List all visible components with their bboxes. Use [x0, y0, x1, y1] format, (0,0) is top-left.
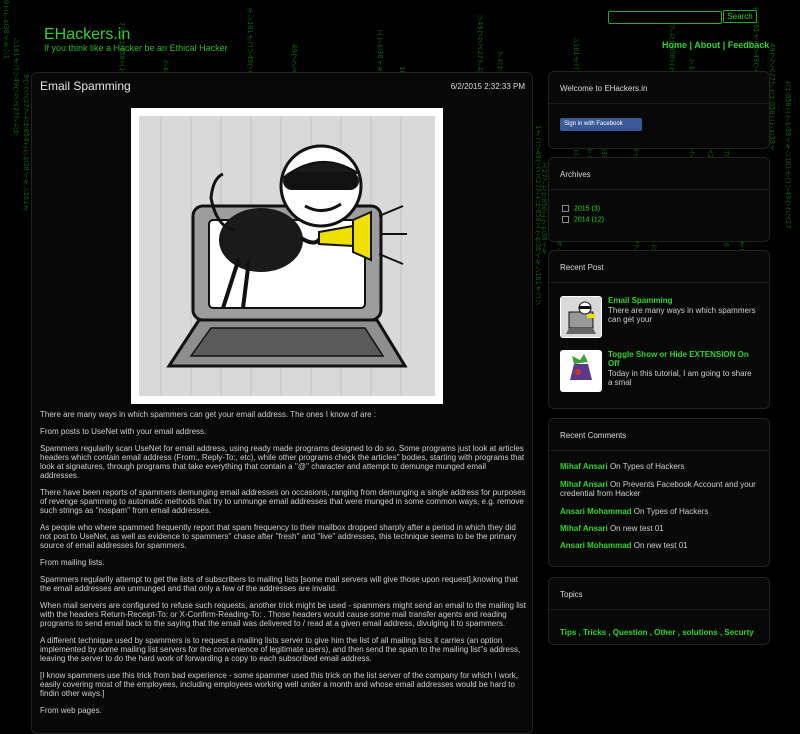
- post-thumbnail[interactable]: [560, 350, 602, 392]
- archives-widget: Archives 2015 (3) 2014 (12): [548, 157, 770, 242]
- top-nav: Home | About | Feedback: [662, 40, 770, 50]
- post-thumbnail[interactable]: [560, 296, 602, 338]
- post-paragraph: Spammers regularily scan UseNet for emai…: [40, 444, 525, 480]
- comment-item: Mihaf Ansari On new test 01: [560, 524, 664, 533]
- topic-link[interactable]: Tricks: [583, 628, 606, 637]
- comment-user[interactable]: Ansari Mohammad: [560, 541, 632, 550]
- post-body: There are many ways in which spammers ca…: [40, 410, 526, 723]
- archive-item[interactable]: 2015 (3): [562, 205, 600, 212]
- post-paragraph: There have been reports of spammers demu…: [40, 488, 526, 515]
- matrix-column: シ161オコソ49ウクス27アカサ: [12, 37, 20, 137]
- matrix-column: 0エケセ38イキシ1: [2, 0, 10, 59]
- nav-about[interactable]: About: [694, 40, 720, 50]
- facebook-signin-button[interactable]: Sign in with Facebook: [560, 118, 642, 131]
- nav-feedback[interactable]: Feedback: [728, 40, 770, 50]
- comment-user[interactable]: Mihaf Ansari: [560, 462, 608, 471]
- post-paragraph: [I know spammers use this trick from bad…: [40, 671, 518, 698]
- comment-user[interactable]: Mihaf Ansari: [560, 524, 608, 533]
- expand-icon[interactable]: [562, 216, 569, 223]
- recent-post-item[interactable]: Toggle Show or Hide EXTENSION On Off Tod…: [560, 350, 760, 396]
- comment-item: Ansari Mohammad On new test 01: [560, 541, 688, 550]
- topic-link[interactable]: Tips: [560, 628, 576, 637]
- recent-posts-title: Recent Post: [549, 251, 769, 283]
- matrix-column: 1オコソ49ウクス27アカサ050エケセ38イキシ161オコソ: [534, 125, 542, 306]
- topics-widget: Topics Tips , Tricks , Question , Other …: [548, 577, 770, 645]
- post-panel: Email Spamming 6/2/2015 2:32:33 PM There…: [31, 72, 533, 734]
- matrix-column: カサ050エケセ38イキシ161オコソ49ウクス27: [784, 80, 792, 229]
- search-input[interactable]: [608, 11, 722, 24]
- topic-link[interactable]: solutions: [682, 628, 718, 637]
- post-paragraph: Spammers regularily attempt to get the l…: [40, 575, 518, 593]
- post-paragraph: From web pages.: [40, 706, 102, 715]
- archives-title: Archives: [549, 158, 769, 190]
- comment-item: Mihaf Ansari On Prevents Facebook Accoun…: [560, 480, 756, 498]
- topics-list: Tips , Tricks , Question , Other , solut…: [560, 628, 754, 637]
- topic-link[interactable]: Securty: [724, 628, 753, 637]
- post-paragraph: When mail servers are configured to refu…: [40, 601, 526, 628]
- topics-title: Topics: [549, 578, 769, 610]
- site-title[interactable]: EHackers.in: [44, 26, 130, 44]
- post-paragraph: From posts to UseNet with your email add…: [40, 427, 207, 436]
- comment-user[interactable]: Mihaf Ansari: [560, 480, 608, 489]
- recent-comments-title: Recent Comments: [549, 419, 769, 451]
- recent-posts-widget: Recent Post Email Spamming There are man…: [548, 250, 770, 409]
- recent-comments-widget: Recent Comments Mihaf Ansari On Types of…: [548, 418, 770, 567]
- recent-post-excerpt: There are many ways in which spammers ca…: [608, 306, 756, 324]
- recent-post-item[interactable]: Email Spamming There are many ways in wh…: [560, 296, 760, 342]
- recent-post-title[interactable]: Toggle Show or Hide EXTENSION On Off: [608, 350, 758, 368]
- comment-user[interactable]: Ansari Mohammad: [560, 507, 632, 516]
- recent-post-excerpt: Today in this tutorial, I am going to sh…: [608, 369, 752, 387]
- matrix-column: ソ49ウクス27アカ: [476, 14, 484, 73]
- post-illustration: [131, 108, 443, 404]
- search-button[interactable]: Search: [723, 10, 757, 23]
- post-date: 6/2/2015 2:32:33 PM: [450, 82, 525, 91]
- matrix-column: 9ウクス27アカサ050エケセ38イキシ161オ: [22, 74, 30, 212]
- site-tagline: If you think like a Hacker be an Ethical…: [44, 43, 228, 53]
- welcome-title: Welcome to EHackers.in: [549, 72, 769, 104]
- post-paragraph: As people who where spammed frequently r…: [40, 523, 517, 550]
- expand-icon[interactable]: [562, 205, 569, 212]
- topic-link[interactable]: Question: [613, 628, 648, 637]
- nav-home[interactable]: Home: [662, 40, 687, 50]
- post-paragraph: From mailing lists.: [40, 558, 105, 567]
- archive-item[interactable]: 2014 (12): [562, 216, 604, 223]
- matrix-column: ス27アカサ050エケセ38イキ: [540, 162, 548, 255]
- welcome-widget: Welcome to EHackers.in Sign in with Face…: [548, 71, 770, 149]
- recent-post-title[interactable]: Email Spamming: [608, 296, 758, 305]
- topic-link[interactable]: Other: [654, 628, 675, 637]
- comment-item: Ansari Mohammad On Types of Hackers: [560, 507, 709, 516]
- post-paragraph: A different technique used by spammers i…: [40, 636, 521, 663]
- post-title[interactable]: Email Spamming: [40, 79, 131, 93]
- post-paragraph: There are many ways in which spammers ca…: [40, 410, 377, 419]
- comment-item: Mihaf Ansari On Types of Hackers: [560, 462, 685, 471]
